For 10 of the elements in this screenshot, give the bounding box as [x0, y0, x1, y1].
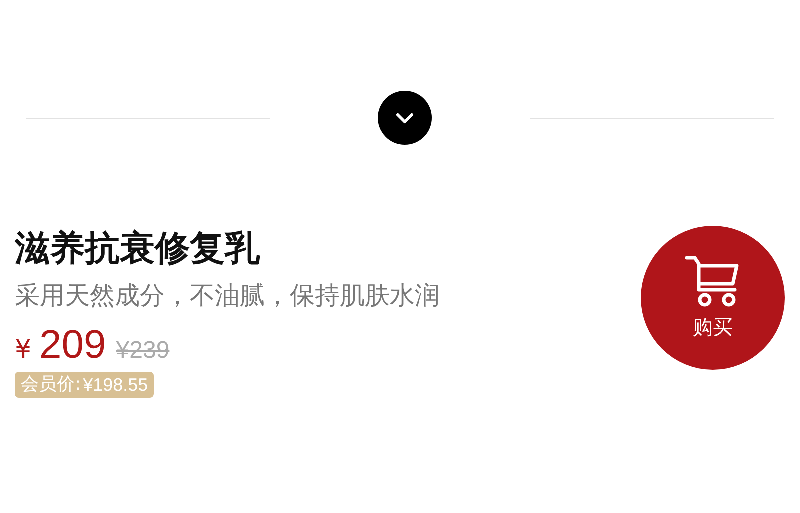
member-price: ¥198.55 [83, 374, 148, 397]
product-description: 采用天然成分，不油腻，保持肌肤水润 [15, 280, 440, 312]
original-price: ¥239 [116, 337, 170, 365]
price: 209 [40, 323, 106, 368]
product-title: 滋养抗衰修复乳 [15, 228, 262, 271]
currency-symbol: ¥ [15, 335, 32, 365]
member-price-label: 会员价: [21, 373, 82, 397]
chevron-down-icon[interactable] [378, 91, 432, 145]
cart-icon [685, 254, 741, 308]
buy-button[interactable]: 购买 [641, 226, 785, 370]
